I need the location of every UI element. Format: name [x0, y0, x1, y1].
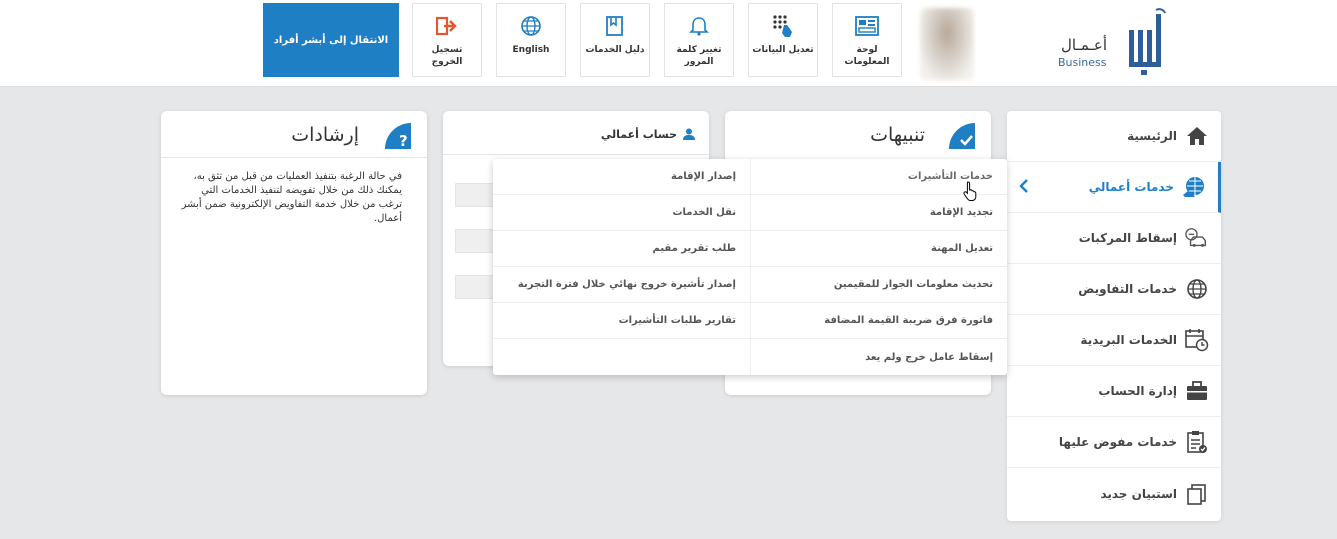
menu-item-vat-difference-invoice[interactable]: فاتورة فرق ضريبة القيمة المضافة	[750, 303, 1007, 339]
services-guide-button[interactable]: دليل الخدمات	[580, 3, 650, 77]
absher-individuals-button[interactable]: الانتقال إلى أبشر أفراد	[263, 3, 399, 77]
sidebar-item-label: الرئيسية	[1127, 129, 1177, 143]
menu-item-visa-request-reports[interactable]: تقارير طلبات التأشيرات	[493, 303, 750, 339]
calendar-clock-icon	[1185, 328, 1209, 352]
sidebar-item-delegated-services[interactable]: خدمات مفوض عليها	[1007, 417, 1221, 468]
sidebar-item-label: خدمات مفوض عليها	[1058, 435, 1177, 449]
sidebar-item-account-management[interactable]: إدارة الحساب	[1007, 366, 1221, 417]
account-field[interactable]	[455, 275, 497, 299]
briefcase-icon	[1185, 379, 1209, 403]
guidance-text: في حالة الرغبة بتنفيذ العمليات من قبل من…	[181, 171, 402, 224]
alerts-title: تنبيهات	[870, 124, 925, 146]
menu-item-profession-change[interactable]: تعديل المهنة	[750, 231, 1007, 267]
my-business-services-menu: خدمات التأشيرات تجديد الإقامة تعديل المه…	[493, 159, 1007, 375]
account-title: حساب أعمالي	[600, 128, 677, 141]
services-guide-label: دليل الخدمات	[585, 45, 645, 55]
sidebar-item-vehicles-drop[interactable]: إسقاط المركبات	[1007, 213, 1221, 264]
globe-icon	[520, 14, 542, 38]
info-board-label: لوحة المعلومات	[844, 45, 890, 67]
sidebar-item-new-survey[interactable]: استبيان جديد	[1007, 468, 1221, 519]
change-password-button[interactable]: تغيير كلمة المرور	[664, 3, 734, 77]
sidebar-item-home[interactable]: الرئيسية	[1007, 111, 1221, 162]
sidebar-item-label: استبيان جديد	[1100, 486, 1177, 501]
menu-item-empty	[493, 339, 750, 375]
sidebar-item-my-business-services[interactable]: خدمات أعمالي	[1007, 162, 1221, 213]
menu-left-column: إصدار الإقامة نقل الخدمات طلب تقرير مقيم…	[493, 159, 750, 375]
edit-data-button[interactable]: تعديل البيانات	[748, 3, 818, 77]
globe-hand-icon	[1182, 175, 1206, 199]
sidebar-item-delegation-services[interactable]: خدمات التفاويض	[1007, 264, 1221, 315]
account-header: حساب أعمالي	[601, 125, 695, 144]
edit-data-label: تعديل البيانات	[752, 45, 814, 55]
sidebar: الرئيسية خدمات أعمالي إسقاط المركبات خدم…	[1007, 111, 1221, 521]
sidebar-item-label: إسقاط المركبات	[1078, 231, 1177, 245]
absher-individuals-label: الانتقال إلى أبشر أفراد	[273, 34, 389, 46]
sidebar-item-label: الخدمات البريدية	[1080, 333, 1177, 347]
top-bar: الانتقال إلى أبشر أفراد تسجيل الخروج Eng…	[0, 0, 1337, 87]
change-password-label: تغيير كلمة المرور	[676, 45, 722, 67]
svg-text:?: ?	[399, 132, 408, 150]
hand-cursor-icon	[963, 181, 979, 205]
home-icon	[1185, 124, 1209, 148]
logo-english-text: Business	[1058, 56, 1107, 69]
clipboard-check-icon	[1185, 430, 1209, 454]
sidebar-item-label: خدمات التفاويض	[1078, 282, 1177, 296]
globe-icon	[1185, 277, 1209, 301]
touch-grid-icon	[772, 14, 794, 38]
logout-label: تسجيل الخروج	[431, 45, 463, 67]
bell-lock-icon	[688, 14, 710, 38]
shield-check-icon	[947, 121, 977, 155]
menu-item-transfer-services[interactable]: نقل الخدمات	[493, 195, 750, 231]
absher-logo-mark-icon	[1129, 8, 1166, 75]
info-board-button[interactable]: لوحة المعلومات	[832, 3, 902, 77]
divider	[161, 157, 427, 158]
logo-arabic-text: أعـمـال	[1061, 36, 1108, 54]
sidebar-item-label: إدارة الحساب	[1098, 384, 1177, 398]
menu-item-absconding-worker[interactable]: إسقاط عامل خرج ولم يعد	[750, 339, 1007, 375]
logout-button[interactable]: تسجيل الخروج	[412, 3, 482, 77]
menu-item-final-exit-visa-probation[interactable]: إصدار تأشيرة خروج نهائي خلال فترة التجرب…	[493, 267, 750, 303]
user-icon	[683, 125, 695, 144]
guidance-card: إرشادات ?	[161, 111, 427, 395]
account-field[interactable]	[455, 229, 497, 253]
logout-icon	[436, 14, 458, 38]
sidebar-item-label: خدمات أعمالي	[1088, 180, 1174, 194]
english-label: English	[512, 45, 550, 55]
sidebar-item-postal-services[interactable]: الخدمات البريدية	[1007, 315, 1221, 366]
english-button[interactable]: English	[496, 3, 566, 77]
guidance-title: إرشادات	[291, 124, 359, 146]
car-icon	[1185, 226, 1209, 250]
menu-item-iqama-issue[interactable]: إصدار الإقامة	[493, 159, 750, 195]
user-avatar	[920, 8, 974, 80]
absher-business-logo: أعـمـال Business	[1055, 8, 1170, 78]
divider	[443, 154, 709, 155]
book-icon	[605, 14, 625, 38]
chevron-left-icon	[1019, 178, 1029, 198]
menu-item-passport-update[interactable]: تحديث معلومات الجواز للمقيمين	[750, 267, 1007, 303]
account-field[interactable]	[455, 183, 497, 207]
dashboard-icon	[855, 14, 879, 38]
copy-icon	[1185, 482, 1209, 506]
menu-item-resident-report[interactable]: طلب تقرير مقيم	[493, 231, 750, 267]
question-icon: ?	[383, 121, 413, 155]
